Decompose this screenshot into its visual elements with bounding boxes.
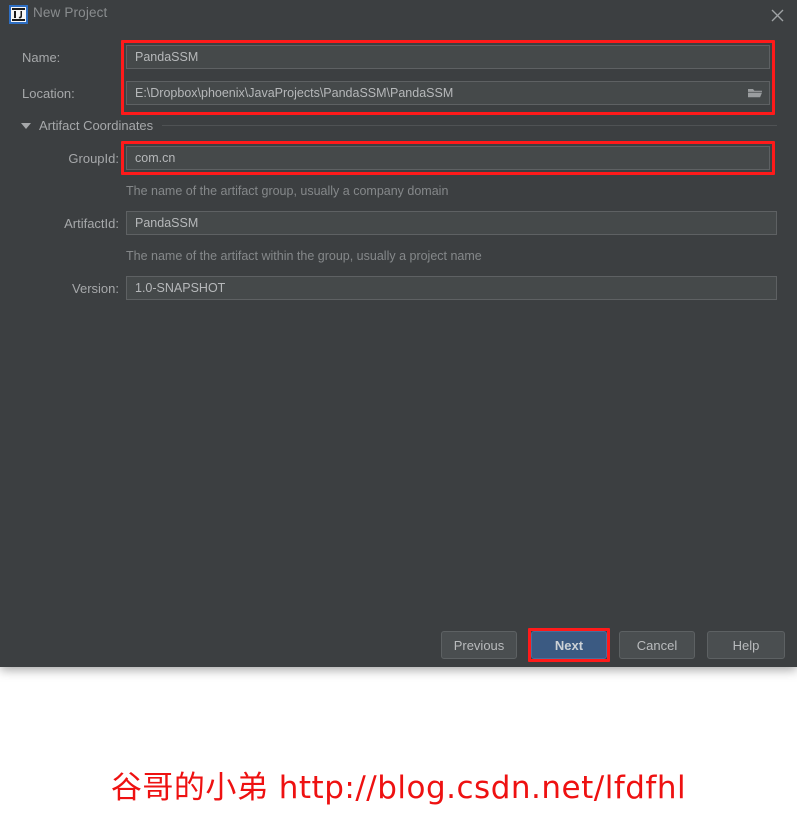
help-button[interactable]: Help [707,631,785,659]
dialog-titlebar: New Project [0,0,797,29]
artifact-id-input[interactable]: PandaSSM [126,211,777,235]
intellij-idea-icon [9,5,28,24]
artifact-id-hint: The name of the artifact within the grou… [126,249,482,263]
name-input[interactable]: PandaSSM [126,45,770,69]
watermark-text: 谷哥的小弟 http://blog.csdn.net/lfdfhl [110,770,687,806]
artifact-id-label: ArtifactId: [64,216,119,231]
name-label: Name: [22,50,61,65]
close-icon[interactable] [766,4,788,26]
location-input[interactable]: E:\Dropbox\phoenix\JavaProjects\PandaSSM… [126,81,770,105]
chevron-down-icon [21,122,31,129]
section-divider [162,125,777,126]
screen: New Project Name: PandaSSM Location: E:\… [0,0,797,814]
new-project-dialog: New Project Name: PandaSSM Location: E:\… [0,0,797,667]
artifact-coordinates-section-header[interactable]: Artifact Coordinates [21,118,777,133]
cancel-button[interactable]: Cancel [619,631,695,659]
version-input[interactable]: 1.0-SNAPSHOT [126,276,777,300]
folder-icon[interactable] [747,86,763,100]
group-id-hint: The name of the artifact group, usually … [126,184,449,198]
artifact-coordinates-title: Artifact Coordinates [39,118,154,133]
dialog-title: New Project [33,5,108,20]
location-input-value: E:\Dropbox\phoenix\JavaProjects\PandaSSM… [135,86,454,100]
next-button[interactable]: Next [531,631,607,659]
version-label: Version: [72,281,119,296]
group-id-label: GroupId: [68,151,119,166]
previous-button[interactable]: Previous [441,631,517,659]
group-id-input[interactable]: com.cn [126,146,770,170]
location-label: Location: [22,86,75,101]
